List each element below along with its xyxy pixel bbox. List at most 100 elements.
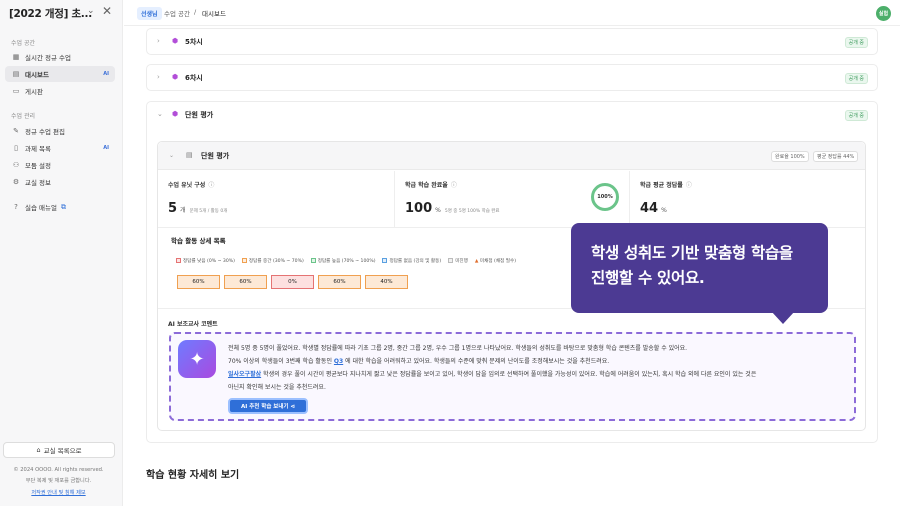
classroom-list-button[interactable]: ⌂ 교실 목록으로 xyxy=(3,442,115,458)
section-label-manage: 수업 관리 xyxy=(11,113,35,120)
sidebar-item-label: 모둠 설정 xyxy=(25,162,51,170)
lesson-accordion-6[interactable]: › ⬢ 6차시 공개 중 xyxy=(146,64,878,91)
stat-sub: 문제 5개 / 활동 0개 xyxy=(189,209,228,214)
notice-text: 무단 복제 및 재포를 금합니다. xyxy=(25,478,92,484)
role-badge: 선생님 xyxy=(137,7,162,20)
chevron-down-icon[interactable]: ⌄ xyxy=(87,6,95,16)
ai-comment-line: 아닌지 확인해 보시는 것을 추천드려요. xyxy=(228,384,326,391)
stat-label: 학급 학습 완료율 xyxy=(405,182,448,189)
public-badge: 공개 중 xyxy=(844,73,868,84)
breadcrumb-class-space[interactable]: 수업 공간 xyxy=(164,8,190,18)
sidebar-item-label: 대시보드 xyxy=(25,71,49,79)
activity-cell[interactable]: 60% xyxy=(177,275,220,289)
activity-cells: 60% 60% 0% 60% 40% xyxy=(177,275,408,289)
sidebar-item-label: 실습 매뉴얼 xyxy=(25,204,57,212)
sidebar-item-groups[interactable]: ⚇ 모둠 설정 xyxy=(5,157,115,173)
sidebar-item-label: 정규 수업 편집 xyxy=(25,128,66,136)
sparkle-icon: ✦ xyxy=(178,340,216,378)
info-icon[interactable]: ⓘ xyxy=(451,182,457,189)
copyright-text: © 2024 OOOO. All rights reserved. xyxy=(13,467,104,473)
breadcrumb-separator: / xyxy=(194,8,197,16)
chevron-down-icon[interactable]: ⌄ xyxy=(157,110,163,118)
completion-pill: 완료율 100% xyxy=(771,151,809,162)
unit-card-header[interactable]: ⌄ ▤ 단원 평가 완료율 100% 평균 정답률 44% xyxy=(158,142,865,170)
stat-value: 44 xyxy=(640,201,659,216)
info-icon[interactable]: ⓘ xyxy=(686,182,692,189)
lesson-title: 단원 평가 xyxy=(185,111,214,119)
grid-icon: ▦ xyxy=(12,53,20,61)
chevron-down-icon[interactable]: ⌄ xyxy=(169,152,174,159)
help-icon: ? xyxy=(14,203,18,211)
tooltip-line: 진행할 수 있어요. xyxy=(591,269,705,287)
stat-unit: % xyxy=(435,207,441,214)
chevron-right-icon[interactable]: › xyxy=(157,37,160,45)
legend-item: 정답률 중간 (30% ~ 70%) xyxy=(241,258,304,264)
course-title[interactable]: [2022 개정] 초... xyxy=(9,6,92,21)
send-ai-recommendation-button[interactable]: AI 추천 학습 보내기 ⊲ xyxy=(228,398,308,414)
lesson-title: 6차시 xyxy=(185,74,203,82)
sidebar-item-assignments[interactable]: ▯ 과제 목록 AI xyxy=(5,140,115,156)
accuracy-pill: 평균 정답률 44% xyxy=(813,151,859,162)
close-icon[interactable]: ✕ xyxy=(102,4,112,18)
chart-icon: ▤ xyxy=(12,70,20,78)
legend-item: 정답률 없음 (강의 및 활동) xyxy=(382,258,441,264)
section-label-class: 수업 공간 xyxy=(11,40,35,47)
gear-icon: ⚙ xyxy=(12,178,20,186)
activity-cell[interactable]: 0% xyxy=(271,275,314,289)
sidebar-item-dashboard[interactable]: ▤ 대시보드 AI xyxy=(5,66,115,82)
ai-comment-line: 전체 5명 중 5명이 풀었어요. 학생별 정답률에 따라 기초 그룹 2명, … xyxy=(228,345,688,352)
sidebar-item-label: 게시판 xyxy=(25,88,43,96)
legend-item: 정답률 낮음 (0% ~ 30%) xyxy=(176,258,235,264)
sidebar-item-edit-class[interactable]: ✎ 정규 수업 편집 xyxy=(5,123,115,139)
stat-value: 5 xyxy=(168,201,178,216)
board-icon: ▭ xyxy=(12,87,20,95)
activity-detail-title: 학습 활동 상세 목록 xyxy=(171,237,226,245)
stat-unit: 개 xyxy=(180,207,186,214)
sidebar-item-class-info[interactable]: ⚙ 교실 정보 xyxy=(5,174,115,190)
legend-item: ▲ 미채점 (채점 필수) xyxy=(474,259,516,264)
sidebar-item-label: 과제 목록 xyxy=(25,145,51,153)
legend-item: 미진행 xyxy=(448,258,468,264)
public-badge: 공개 중 xyxy=(844,37,868,48)
avatar[interactable]: 실험 xyxy=(876,6,891,21)
tooltip-line: 학생 성취도 기반 맞춤형 학습을 xyxy=(591,244,793,262)
sidebar-item-board[interactable]: ▭ 게시판 xyxy=(5,83,115,99)
sidebar-item-label: 교실 정보 xyxy=(25,179,51,187)
document-icon: ▤ xyxy=(186,151,193,159)
lesson-accordion-5[interactable]: › ⬢ 5차시 공개 중 xyxy=(146,28,878,55)
activity-cell[interactable]: 60% xyxy=(318,275,361,289)
completion-ring: 100% xyxy=(591,183,619,211)
sidebar: [2022 개정] 초... ⌄ ✕ 수업 공간 ▦ 실시간 정규 수업 ▤ 대… xyxy=(0,0,123,506)
stat-average-accuracy: 학급 평균 정답률 ⓘ 44% xyxy=(630,171,866,227)
stat-label: 학급 평균 정답률 xyxy=(640,182,683,189)
document-icon: ▯ xyxy=(14,144,18,152)
cube-icon: ⬢ xyxy=(172,73,179,81)
ai-comment-line: 70% 이상의 학생들이 3번째 학습 활동인 Q3 에 대한 학습을 어려워하… xyxy=(228,358,610,365)
sidebar-item-live-class[interactable]: ▦ 실시간 정규 수업 xyxy=(5,49,115,65)
ai-comment-title: AI 보조교사 코멘트 xyxy=(168,321,218,328)
legend-item: 정답률 높음 (70% ~ 100%) xyxy=(310,258,375,264)
classroom-list-label: 교실 목록으로 xyxy=(43,447,82,455)
activity-cell[interactable]: 60% xyxy=(224,275,267,289)
stat-sub: 5명 중 5명 100% 학습 완료 xyxy=(444,209,500,214)
home-icon: ⌂ xyxy=(36,446,41,454)
policy-link[interactable]: 저작권 안내 및 침해 제보 xyxy=(0,489,117,496)
student-link[interactable]: 일사오구팔삼 xyxy=(228,371,261,378)
breadcrumb-dashboard: 대시보드 xyxy=(202,10,226,18)
sidebar-item-manual[interactable]: ? 실습 매뉴얼 ⧉ xyxy=(5,199,115,215)
q3-link[interactable]: Q3 xyxy=(334,358,343,365)
pencil-icon: ✎ xyxy=(13,127,19,135)
stat-unit-composition: 수업 유닛 구성 ⓘ 5 개 문제 5개 / 활동 0개 xyxy=(158,171,395,227)
sidebar-item-label: 실시간 정규 수업 xyxy=(25,54,71,62)
lesson-title: 5차시 xyxy=(185,38,203,46)
cube-icon: ⬢ xyxy=(172,110,179,118)
stat-completion-rate: 학급 학습 완료율 ⓘ 100% 5명 중 5명 100% 학습 완료 100% xyxy=(395,171,630,227)
info-icon[interactable]: ⓘ xyxy=(208,182,214,189)
accuracy-legend: 정답률 낮음 (0% ~ 30%) 정답률 중간 (30% ~ 70%) 정답률… xyxy=(176,258,516,264)
chevron-right-icon[interactable]: › xyxy=(157,73,160,81)
public-badge: 공개 중 xyxy=(844,110,868,121)
ai-comment-line: 일사오구팔삼 학생의 경우 풀이 시간이 평균보다 지나치게 짧고 낮은 정답률… xyxy=(228,371,757,378)
ai-badge: AI xyxy=(103,145,109,151)
external-link-icon: ⧉ xyxy=(60,202,66,211)
activity-cell[interactable]: 40% xyxy=(365,275,408,289)
